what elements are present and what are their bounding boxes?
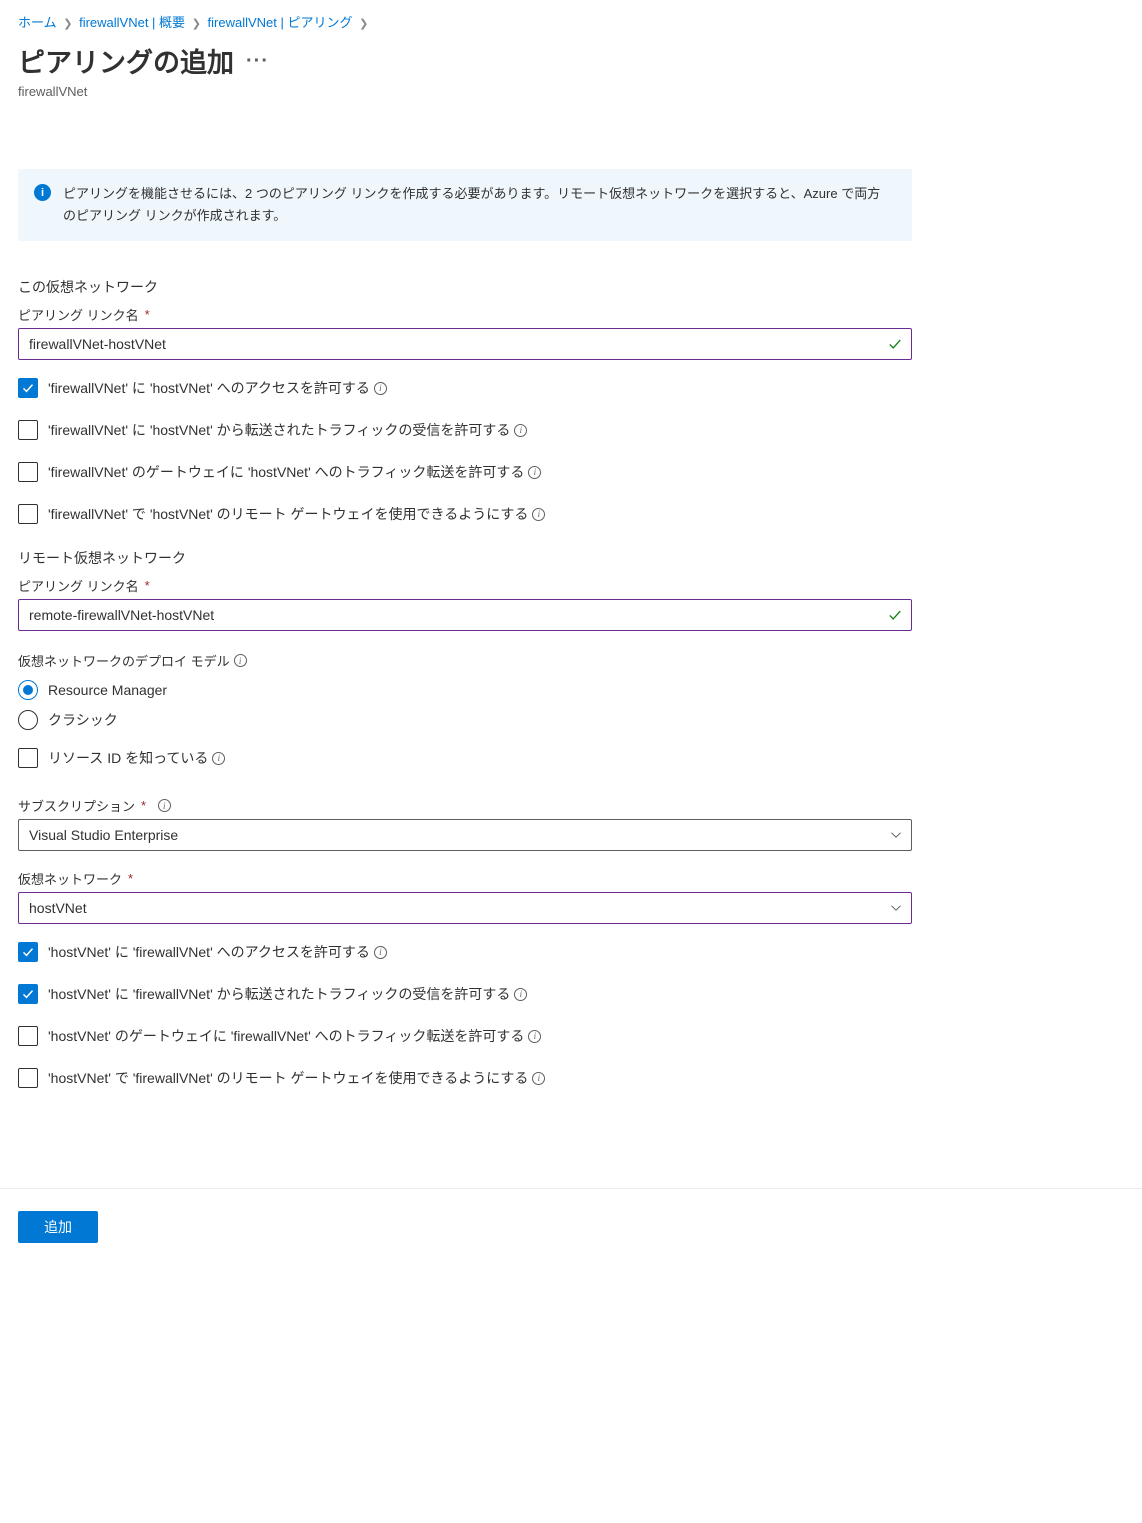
remote-gateway-transit-label: 'hostVNet' のゲートウェイに 'firewallVNet' へのトラフ… — [48, 1026, 541, 1046]
this-link-name-input[interactable] — [18, 328, 912, 360]
deploy-model-label: 仮想ネットワークのデプロイ モデル i — [18, 651, 912, 670]
form-footer: 追加 — [0, 1188, 1142, 1265]
deploy-model-radio-group: Resource Manager クラシック — [18, 680, 912, 730]
subscription-label: サブスクリプション* i — [18, 796, 912, 815]
remote-allow-access-label: 'hostVNet' に 'firewallVNet' へのアクセスを許可する … — [48, 942, 387, 962]
info-icon[interactable]: i — [374, 382, 387, 395]
remote-allow-access-checkbox[interactable] — [18, 942, 38, 962]
chevron-right-icon: ❯ — [63, 17, 72, 30]
remote-vnet-select-label: 仮想ネットワーク* — [18, 869, 912, 888]
page-title: ピアリングの追加 — [18, 41, 234, 80]
this-vnet-options: 'firewallVNet' に 'hostVNet' へのアクセスを許可する … — [18, 378, 912, 524]
breadcrumb-vnet-overview[interactable]: firewallVNet | 概要 — [79, 15, 185, 30]
remote-vnet-select[interactable]: hostVNet — [18, 892, 912, 924]
info-icon[interactable]: i — [158, 799, 171, 812]
know-resource-id-checkbox[interactable] — [18, 748, 38, 768]
info-icon: i — [34, 184, 51, 201]
info-banner-text: ピアリングを機能させるには、2 つのピアリング リンクを作成する必要があります。… — [63, 183, 892, 227]
more-actions-button[interactable]: ··· — [246, 51, 269, 71]
this-gateway-transit-label: 'firewallVNet' のゲートウェイに 'hostVNet' へのトラフ… — [48, 462, 541, 482]
validation-check-icon — [888, 608, 902, 622]
info-icon[interactable]: i — [532, 508, 545, 521]
info-icon[interactable]: i — [528, 466, 541, 479]
this-allow-forwarded-checkbox[interactable] — [18, 420, 38, 440]
remote-link-name-label: ピアリング リンク名* — [18, 576, 912, 595]
validation-check-icon — [888, 337, 902, 351]
remote-gateway-transit-checkbox[interactable] — [18, 1026, 38, 1046]
info-icon[interactable]: i — [374, 946, 387, 959]
this-link-name-label: ピアリング リンク名* — [18, 305, 912, 324]
info-icon[interactable]: i — [532, 1072, 545, 1085]
subscription-select[interactable]: Visual Studio Enterprise — [18, 819, 912, 851]
this-allow-access-checkbox[interactable] — [18, 378, 38, 398]
remote-allow-forwarded-label: 'hostVNet' に 'firewallVNet' から転送されたトラフィッ… — [48, 984, 527, 1004]
info-icon[interactable]: i — [514, 988, 527, 1001]
deploy-model-rm-label: Resource Manager — [48, 682, 167, 698]
this-remote-gateways-label: 'firewallVNet' で 'hostVNet' のリモート ゲートウェイ… — [48, 504, 545, 524]
remote-remote-gateways-label: 'hostVNet' で 'firewallVNet' のリモート ゲートウェイ… — [48, 1068, 545, 1088]
remote-remote-gateways-checkbox[interactable] — [18, 1068, 38, 1088]
info-icon[interactable]: i — [234, 654, 247, 667]
this-gateway-transit-checkbox[interactable] — [18, 462, 38, 482]
form-content: i ピアリングを機能させるには、2 つのピアリング リンクを作成する必要がありま… — [0, 109, 930, 1132]
info-icon[interactable]: i — [212, 752, 225, 765]
chevron-right-icon: ❯ — [359, 17, 368, 30]
breadcrumb-vnet-peering[interactable]: firewallVNet | ピアリング — [208, 15, 353, 30]
deploy-model-classic-label: クラシック — [48, 710, 118, 730]
this-allow-access-label: 'firewallVNet' に 'hostVNet' へのアクセスを許可する … — [48, 378, 387, 398]
deploy-model-classic-radio[interactable] — [18, 710, 38, 730]
info-icon[interactable]: i — [514, 424, 527, 437]
deploy-model-rm-radio[interactable] — [18, 680, 38, 700]
info-icon[interactable]: i — [528, 1030, 541, 1043]
remote-vnet-options: 'hostVNet' に 'firewallVNet' へのアクセスを許可する … — [18, 942, 912, 1088]
breadcrumb-home[interactable]: ホーム — [18, 15, 57, 30]
this-remote-gateways-checkbox[interactable] — [18, 504, 38, 524]
add-button[interactable]: 追加 — [18, 1211, 98, 1243]
know-resource-id-label: リソース ID を知っている i — [48, 748, 225, 768]
remote-link-name-input[interactable] — [18, 599, 912, 631]
remote-vnet-heading: リモート仮想ネットワーク — [18, 548, 912, 568]
chevron-right-icon: ❯ — [192, 17, 201, 30]
page-header: ピアリングの追加 ··· firewallVNet — [0, 39, 1142, 109]
breadcrumb: ホーム ❯ firewallVNet | 概要 ❯ firewallVNet |… — [0, 0, 1142, 39]
remote-allow-forwarded-checkbox[interactable] — [18, 984, 38, 1004]
this-allow-forwarded-label: 'firewallVNet' に 'hostVNet' から転送されたトラフィッ… — [48, 420, 527, 440]
info-banner: i ピアリングを機能させるには、2 つのピアリング リンクを作成する必要がありま… — [18, 169, 912, 241]
this-vnet-heading: この仮想ネットワーク — [18, 277, 912, 297]
page-subtitle: firewallVNet — [18, 84, 1124, 99]
